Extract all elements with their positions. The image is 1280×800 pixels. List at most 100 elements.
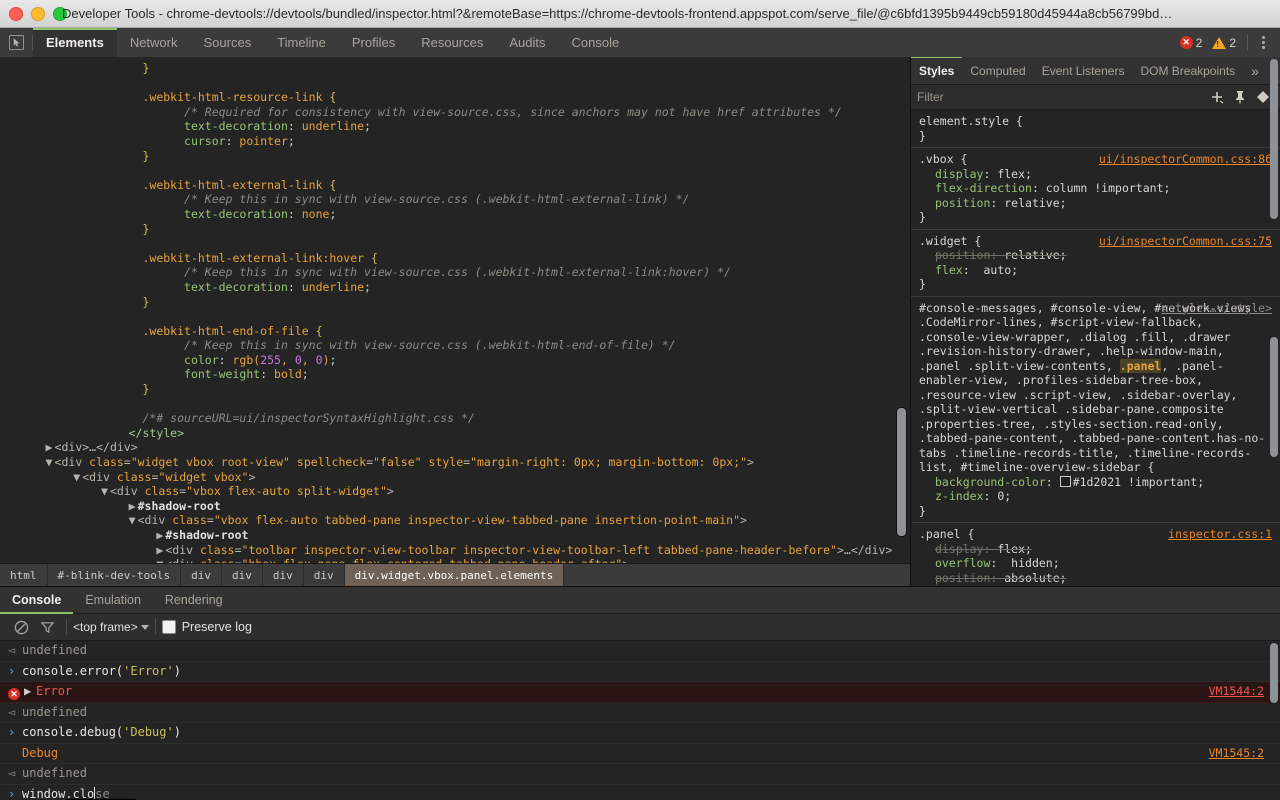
sidebar-tab-dom-breakpoints[interactable]: DOM Breakpoints [1132,57,1243,84]
elements-scrollbar[interactable] [896,407,907,537]
code-line: .webkit-html-resource-link { [0,90,910,105]
console-message[interactable]: ›console.error('Error') [0,662,1280,683]
css-declaration[interactable]: flex-direction: column !important; [919,181,1272,196]
breadcrumb-item[interactable]: div.widget.vbox.panel.elements [345,564,565,586]
source-link[interactable]: VM1544:2 [1209,682,1264,702]
expand-arrow-icon[interactable]: ▶ [24,682,36,702]
breadcrumb-item[interactable]: html [0,564,48,586]
preserve-log-toggle[interactable]: Preserve log [162,620,252,634]
console-message[interactable]: ◅undefined [0,764,1280,785]
elements-tree[interactable]: } .webkit-html-resource-link { /* Requir… [0,57,910,586]
dom-node-line[interactable]: ▼<div class="widget vbox"> [0,470,910,485]
style-origin-link[interactable]: <style>…</style> [1161,301,1272,316]
prompt-marker-icon: › [8,785,22,800]
styles-filter-actions [1210,90,1274,104]
styles-scrollbar[interactable] [1270,337,1278,457]
window-controls [0,7,67,21]
code-line [0,397,910,412]
css-rule[interactable]: <style>…</style>#console-messages, #cons… [911,297,1280,524]
minimize-window-button[interactable] [31,7,45,21]
dom-node-line[interactable]: ▼<div class="vbox flex-auto split-widget… [0,484,910,499]
code-line: font-weight: bold; [0,367,910,382]
tab-network[interactable]: Network [117,28,191,57]
preserve-log-checkbox[interactable] [162,620,176,634]
dom-node-line[interactable]: ▼<div class="vbox flex-auto tabbed-pane … [0,513,910,528]
tab-audits[interactable]: Audits [496,28,558,57]
rule-close-brace: } [919,129,1272,144]
dom-node-line[interactable]: ▶#shadow-root [0,499,910,514]
style-origin-link[interactable]: inspector.css:1 [1168,527,1272,542]
kebab-menu-icon[interactable] [1254,36,1272,49]
css-rule[interactable]: element.style {} [911,110,1280,148]
code-line: .webkit-html-external-link:hover { [0,251,910,266]
console-message[interactable]: ›console.debug('Debug') [0,723,1280,744]
console-message[interactable]: DebugVM1545:2 [0,744,1280,765]
result-marker-icon: ◅ [8,641,22,661]
pin-icon[interactable] [1234,90,1246,104]
tab-elements[interactable]: Elements [33,28,117,57]
css-declaration[interactable]: position: relative; [919,248,1272,263]
console-message[interactable]: ◅undefined [0,641,1280,662]
css-declaration[interactable]: flex: auto; [919,263,1272,278]
drawer-tab-console[interactable]: Console [0,587,73,613]
css-declaration[interactable]: position: relative; [919,196,1272,211]
breadcrumb-item[interactable]: div [222,564,263,586]
dom-node-line[interactable]: ▶<div>…</div> [0,440,910,455]
sidebar-tab-event-listeners[interactable]: Event Listeners [1034,57,1133,84]
drawer-tabs: ConsoleEmulationRendering [0,586,1280,614]
tab-sources[interactable]: Sources [191,28,265,57]
css-selector[interactable]: #console-messages, #console-view, #netwo… [919,301,1272,475]
console-message[interactable]: ◅undefined [0,703,1280,724]
dom-node-line[interactable]: ▶#shadow-root [0,528,910,543]
css-declaration[interactable]: overflow: hidden; [919,556,1272,571]
element-state-icon[interactable] [1256,90,1270,104]
plus-icon[interactable] [1210,90,1224,104]
close-window-button[interactable] [9,7,23,21]
warning-count-badge[interactable]: ! 2 [1207,36,1241,50]
console-message[interactable]: ✕▶ErrorVM1544:2 [0,682,1280,703]
css-declaration[interactable]: background-color: #1d2021 !important; [919,475,1272,490]
filter-funnel-icon[interactable] [34,620,60,635]
inspect-element-icon[interactable] [0,28,32,57]
console-scrollbar[interactable] [1270,643,1278,703]
console-prompt[interactable]: ›window.close [0,785,1280,800]
css-declaration[interactable]: display: flex; [919,542,1272,557]
tab-profiles[interactable]: Profiles [339,28,408,57]
tab-resources[interactable]: Resources [408,28,496,57]
color-swatch[interactable] [1060,476,1071,487]
chevron-down-icon [141,625,149,630]
clear-console-icon[interactable] [8,620,34,635]
css-declaration[interactable]: display: flex; [919,167,1272,182]
css-rule[interactable]: inspector.css:1.panel {display: flex;ove… [911,523,1280,586]
sidebar-tab-computed[interactable]: Computed [962,57,1033,84]
toolbar-divider-2 [1247,35,1248,50]
execution-context-selector[interactable]: <top frame> [73,620,149,634]
console-messages[interactable]: ◅undefined›console.error('Error')✕▶Error… [0,641,1280,800]
css-declaration[interactable]: z-index: 0; [919,489,1272,504]
dom-node-line[interactable]: ▼<div class="widget vbox root-view" spel… [0,455,910,470]
styles-filter-input[interactable]: Filter [917,90,1210,104]
breadcrumb-item[interactable]: #-blink-dev-tools [48,564,182,586]
css-rule[interactable]: ui/inspectorCommon.css:75.widget {positi… [911,230,1280,297]
sidebar-tab-styles[interactable]: Styles [911,57,962,84]
console-input-text[interactable]: window.clo [22,787,94,800]
style-origin-link[interactable]: ui/inspectorCommon.css:86 [1099,152,1272,167]
css-declaration[interactable]: position: absolute; [919,571,1272,586]
drawer-tab-emulation[interactable]: Emulation [73,587,153,613]
error-count-badge[interactable]: ✕ 2 [1175,36,1208,50]
styles-scrollbar-top[interactable] [1270,59,1278,219]
window-titlebar: Developer Tools - chrome-devtools://devt… [0,0,1280,28]
breadcrumb-item[interactable]: div [263,564,304,586]
styles-rules-list[interactable]: element.style {}ui/inspectorCommon.css:8… [911,110,1280,586]
source-link[interactable]: VM1545:2 [1209,744,1264,764]
css-rule[interactable]: ui/inspectorCommon.css:86.vbox {display:… [911,148,1280,230]
style-origin-link[interactable]: ui/inspectorCommon.css:75 [1099,234,1272,249]
tab-timeline[interactable]: Timeline [264,28,339,57]
css-selector[interactable]: element.style { [919,114,1272,129]
drawer-tab-rendering[interactable]: Rendering [153,587,235,613]
breadcrumb-item[interactable]: div [181,564,222,586]
dom-node-line[interactable]: ▶<div class="toolbar inspector-view-tool… [0,543,910,558]
tab-console[interactable]: Console [559,28,633,57]
chevron-double-right-icon[interactable]: » [1243,57,1267,84]
breadcrumb-item[interactable]: div [304,564,345,586]
